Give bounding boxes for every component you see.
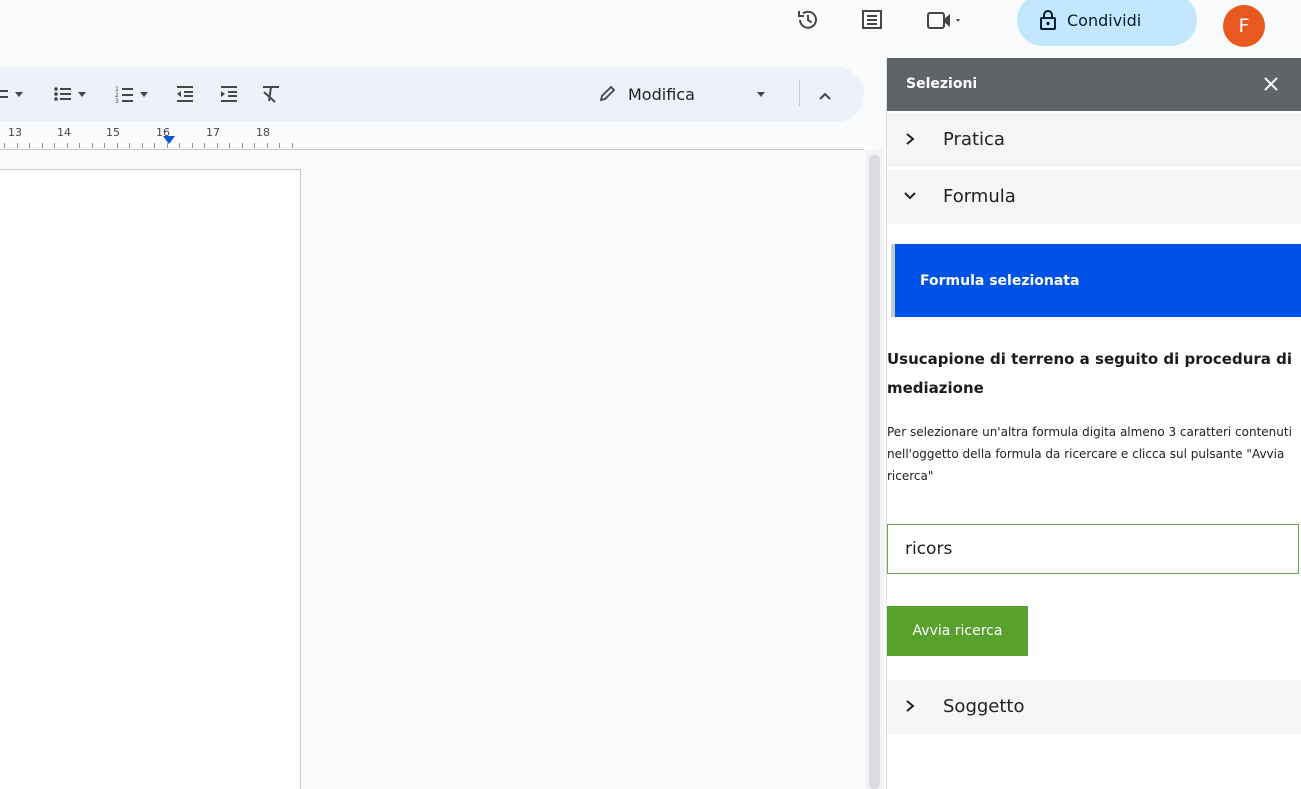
increase-indent-button[interactable] bbox=[219, 80, 239, 108]
ruler-number: 13 bbox=[8, 126, 22, 139]
pencil-icon bbox=[599, 85, 616, 102]
section-pratica-label: Pratica bbox=[943, 129, 1005, 150]
editing-mode-label: Modifica bbox=[628, 84, 695, 104]
section-formula[interactable]: Formula bbox=[887, 170, 1301, 224]
ruler-tick bbox=[267, 143, 268, 148]
ruler-tick bbox=[254, 143, 255, 148]
ruler-tick bbox=[104, 143, 105, 148]
ruler-number: 18 bbox=[256, 126, 270, 139]
clear-formatting-icon bbox=[263, 86, 279, 103]
selected-formula-label: Formula selezionata bbox=[920, 273, 1080, 289]
ruler-tick bbox=[4, 143, 5, 148]
section-formula-label: Formula bbox=[943, 186, 1016, 207]
start-search-button[interactable]: Avvia ricerca bbox=[887, 606, 1028, 656]
ruler-tick bbox=[54, 143, 55, 148]
indent-marker[interactable] bbox=[163, 136, 175, 144]
increase-indent-icon bbox=[221, 86, 237, 102]
formatting-toolbar: 123 Modifica bbox=[0, 67, 864, 122]
meet-video-icon[interactable] bbox=[926, 4, 966, 36]
section-soggetto[interactable]: Soggetto bbox=[887, 680, 1301, 734]
version-history-icon[interactable] bbox=[792, 4, 824, 36]
line-spacing-icon bbox=[0, 90, 8, 98]
ruler-tick bbox=[79, 143, 80, 148]
scrollbar-thumb[interactable] bbox=[869, 155, 880, 789]
toolbar-divider bbox=[799, 80, 800, 106]
ruler-number: 14 bbox=[57, 126, 71, 139]
chevron-down-icon bbox=[140, 91, 148, 97]
comments-icon[interactable] bbox=[856, 4, 888, 36]
svg-text:3: 3 bbox=[115, 98, 119, 104]
chevron-right-icon bbox=[906, 700, 915, 712]
bulleted-list-tool[interactable] bbox=[53, 80, 86, 108]
bulleted-list-icon bbox=[54, 87, 71, 101]
app-window: Condividi F 123 Modifica 13 14 15 16 17 … bbox=[0, 0, 1301, 789]
ruler-tick bbox=[279, 143, 280, 148]
ruler-tick bbox=[67, 143, 68, 148]
ruler-tick bbox=[179, 143, 180, 148]
ruler-tick bbox=[129, 143, 130, 148]
formula-search-input[interactable] bbox=[887, 524, 1299, 574]
search-instructions: Per selezionare un'altra formula digita … bbox=[887, 425, 1292, 483]
ruler-tick bbox=[242, 143, 243, 148]
ruler-tick bbox=[192, 143, 193, 148]
ruler-tick bbox=[29, 143, 30, 148]
ruler-tick bbox=[292, 143, 293, 148]
ruler-tick bbox=[229, 143, 230, 148]
section-soggetto-label: Soggetto bbox=[943, 696, 1025, 717]
share-button-label: Condividi bbox=[1067, 10, 1142, 30]
clear-formatting-button[interactable] bbox=[261, 80, 281, 108]
close-icon[interactable] bbox=[1259, 72, 1283, 96]
ruler-tick bbox=[117, 143, 118, 148]
line-spacing-tool[interactable] bbox=[0, 80, 23, 108]
chevron-down-icon bbox=[15, 91, 23, 97]
avatar[interactable]: F bbox=[1223, 5, 1265, 47]
ruler-number: 15 bbox=[106, 126, 120, 139]
ruler-tick bbox=[92, 143, 93, 148]
ruler[interactable]: 13 14 15 16 17 18 bbox=[0, 122, 864, 150]
panel-title: Selezioni bbox=[906, 76, 978, 92]
ruler-tick bbox=[154, 143, 155, 148]
ruler-tick bbox=[142, 143, 143, 148]
numbered-list-icon: 123 bbox=[115, 86, 133, 104]
section-pratica[interactable]: Pratica bbox=[887, 113, 1301, 167]
numbered-list-tool[interactable]: 123 bbox=[115, 80, 148, 108]
selected-formula-banner: Formula selezionata bbox=[891, 244, 1301, 317]
ruler-number: 17 bbox=[206, 126, 220, 139]
chevron-down-icon bbox=[78, 91, 86, 97]
ruler-tick bbox=[217, 143, 218, 148]
chevron-up-icon bbox=[819, 92, 831, 100]
ruler-tick bbox=[17, 143, 18, 148]
document-page[interactable] bbox=[0, 169, 301, 789]
formula-title: Usucapione di terreno a seguito di proce… bbox=[887, 350, 1293, 397]
hide-menus-button[interactable] bbox=[811, 82, 839, 110]
chevron-down-icon bbox=[904, 192, 916, 200]
selections-panel: Selezioni Pratica Formula Formula selezi… bbox=[886, 58, 1301, 789]
panel-header: Selezioni bbox=[887, 58, 1301, 111]
decrease-indent-icon bbox=[177, 86, 193, 102]
chevron-down-icon[interactable] bbox=[757, 92, 765, 97]
editing-mode-button[interactable]: Modifica bbox=[598, 80, 695, 108]
lock-icon bbox=[1040, 10, 1056, 30]
ruler-tick bbox=[42, 143, 43, 148]
share-button[interactable]: Condividi bbox=[1017, 0, 1197, 46]
top-bar: Condividi F bbox=[0, 0, 1301, 58]
chevron-right-icon bbox=[906, 133, 915, 145]
ruler-tick bbox=[204, 143, 205, 148]
decrease-indent-button[interactable] bbox=[175, 80, 195, 108]
